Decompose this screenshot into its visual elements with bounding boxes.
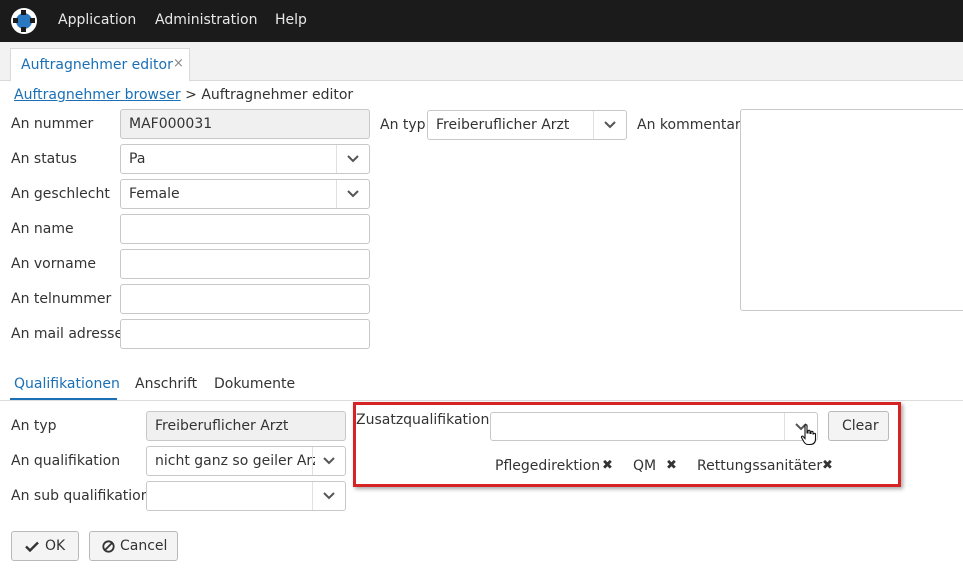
- tag-rettungssanitaeter: Rettungssanitäter: [697, 458, 823, 474]
- menu-administration[interactable]: Administration: [155, 12, 257, 28]
- an-status-select[interactable]: Pa: [120, 144, 370, 174]
- an-typ-label: An typ: [380, 117, 426, 133]
- an-qualifikation-select[interactable]: nicht ganz so geiler Arzt: [146, 446, 346, 476]
- qual-an-typ-value: Freiberuflicher Arzt: [155, 418, 289, 434]
- tab-auftragnehmer-editor[interactable]: Auftragnehmer editor ×: [10, 48, 190, 81]
- breadcrumb-current: > Auftragnehmer editor: [185, 87, 354, 103]
- subtab-anschrift[interactable]: Anschrift: [135, 376, 197, 392]
- chevron-down-icon[interactable]: [312, 447, 345, 475]
- an-status-label: An status: [11, 151, 77, 167]
- an-mail-label: An mail adresse: [11, 326, 124, 342]
- tag-pflegedirektion: Pflegedirektion: [495, 458, 601, 474]
- an-name-input[interactable]: [120, 214, 370, 244]
- zusatzqualifikation-label: Zusatzqualifikation: [356, 412, 490, 428]
- an-geschlecht-label: An geschlecht: [11, 186, 110, 202]
- menu-application[interactable]: Application: [58, 12, 136, 28]
- an-sub-qualifikation-label: An sub qualifikation: [11, 488, 150, 504]
- an-telnummer-label: An telnummer: [11, 291, 112, 307]
- zusatzqualifikation-select[interactable]: [490, 412, 818, 441]
- tab-title: Auftragnehmer editor: [21, 57, 173, 73]
- an-kommentar-label: An kommentar: [637, 117, 741, 133]
- an-qualifikation-label: An qualifikation: [11, 453, 121, 469]
- tag-qm: QM: [633, 458, 657, 474]
- remove-tag-pflegedirektion-icon[interactable]: ✖: [602, 458, 613, 473]
- app-logo-icon: [11, 8, 37, 34]
- qual-an-typ-label: An typ: [11, 418, 57, 434]
- chevron-down-icon[interactable]: [336, 145, 369, 173]
- subtab-dokumente[interactable]: Dokumente: [214, 376, 295, 392]
- clear-button-label: Clear: [842, 418, 879, 434]
- clear-button[interactable]: Clear: [828, 411, 889, 441]
- an-qualifikation-value: nicht ganz so geiler Arzt: [155, 453, 315, 469]
- ok-button[interactable]: OK: [11, 531, 79, 561]
- an-vorname-input[interactable]: [120, 249, 370, 279]
- an-geschlecht-select[interactable]: Female: [120, 179, 370, 209]
- tab-close-icon[interactable]: ×: [173, 56, 184, 71]
- an-mail-input[interactable]: [120, 319, 370, 349]
- remove-tag-rettungssanitaeter-icon[interactable]: ✖: [822, 458, 833, 473]
- breadcrumb: Auftragnehmer browser > Auftragnehmer ed…: [14, 87, 353, 103]
- qual-an-typ-field[interactable]: Freiberuflicher Arzt: [146, 411, 346, 441]
- hand-cursor-icon: [800, 424, 817, 446]
- an-status-value: Pa: [129, 151, 146, 167]
- cancel-button-label: Cancel: [120, 538, 168, 554]
- an-nummer-value: MAF000031: [129, 116, 213, 132]
- top-menu-bar: [0, 0, 963, 42]
- chevron-down-icon[interactable]: [593, 111, 626, 139]
- chevron-down-icon[interactable]: [336, 180, 369, 208]
- an-typ-value: Freiberuflicher Arzt: [436, 117, 570, 133]
- ok-button-label: OK: [45, 538, 66, 554]
- menu-help[interactable]: Help: [275, 12, 307, 28]
- an-vorname-label: An vorname: [11, 256, 96, 272]
- subtab-qualifikationen[interactable]: Qualifikationen: [14, 376, 120, 392]
- cancel-button[interactable]: Cancel: [89, 531, 178, 561]
- breadcrumb-link-browser[interactable]: Auftragnehmer browser: [14, 87, 181, 103]
- an-nummer-label: An nummer: [11, 116, 94, 132]
- an-name-label: An name: [11, 221, 74, 237]
- an-nummer-field[interactable]: MAF000031: [120, 109, 370, 139]
- an-kommentar-textarea[interactable]: [740, 109, 963, 311]
- chevron-down-icon[interactable]: [312, 482, 345, 510]
- an-sub-qualifikation-select[interactable]: [146, 481, 346, 511]
- subtab-divider: [0, 400, 963, 401]
- an-telnummer-input[interactable]: [120, 284, 370, 314]
- check-icon: [25, 541, 39, 552]
- remove-tag-qm-icon[interactable]: ✖: [666, 458, 677, 473]
- ban-icon: [102, 540, 115, 553]
- an-typ-select[interactable]: Freiberuflicher Arzt: [427, 110, 627, 140]
- an-geschlecht-value: Female: [129, 186, 180, 202]
